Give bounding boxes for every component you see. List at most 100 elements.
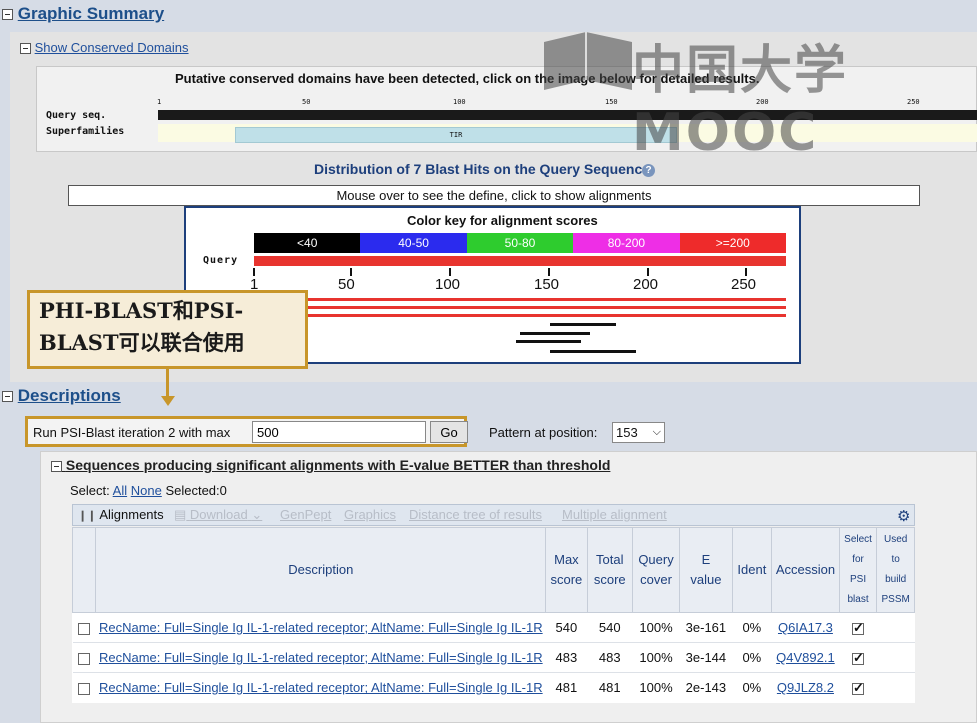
hit-bar[interactable] [550, 323, 616, 326]
header-text: Query [638, 552, 674, 567]
psi-select-checkbox[interactable] [852, 620, 865, 636]
sequences-header[interactable]: Sequences producing significant alignmen… [51, 457, 610, 473]
select-all-link[interactable]: All [113, 483, 127, 498]
distance-tree-link[interactable]: Distance tree of results [409, 507, 542, 522]
checkbox-column-header [71, 527, 97, 613]
alignments-tool[interactable]: ❙❙ Alignments [78, 507, 164, 522]
accession-link[interactable]: Q4V892.1 [776, 650, 835, 665]
query-seq-tick: 50 [302, 98, 311, 106]
accession-link[interactable]: Q9JLZ8.2 [777, 680, 834, 695]
distribution-title: Distribution of 7 Blast Hits on the Quer… [314, 161, 651, 177]
graphics-link[interactable]: Graphics [344, 507, 396, 522]
ident-column-header[interactable]: Ident [731, 527, 773, 613]
callout-arrow-head [161, 396, 175, 406]
accession-link[interactable]: Q6IA17.3 [778, 620, 833, 635]
header-text: Select [844, 534, 872, 545]
row-select-cell[interactable] [72, 642, 96, 673]
genpept-link[interactable]: GenPept [280, 507, 331, 522]
sequences-title[interactable]: Sequences producing significant alignmen… [66, 457, 611, 473]
query-seq-tick: 100 [453, 98, 466, 106]
used-pssm-column-header: Used to build PSSM [876, 527, 915, 613]
psi-select-cell[interactable] [839, 642, 877, 673]
help-icon[interactable]: ? [642, 164, 655, 177]
axis-tick [745, 268, 747, 276]
graphic-summary-header[interactable]: Graphic Summary [2, 4, 164, 24]
hit-bar[interactable] [254, 314, 786, 317]
descriptions-title[interactable]: Descriptions [18, 386, 121, 405]
select-none-link[interactable]: None [131, 483, 162, 498]
accession-cell[interactable]: Q6IA17.3 [771, 612, 840, 643]
accession-cell[interactable]: Q4V892.1 [771, 642, 840, 673]
ident-cell: 0% [732, 612, 772, 643]
psi-select-checkbox[interactable] [852, 650, 865, 666]
psi-select-cell[interactable] [839, 612, 877, 643]
header-text: PSI [849, 574, 867, 585]
table-row: RecName: Full=Single Ig IL-1-related rec… [72, 672, 915, 703]
table-header-row: Description Max score Total score Query cov… [71, 527, 915, 613]
accession-cell[interactable]: Q9JLZ8.2 [771, 672, 840, 703]
hit-bar[interactable] [254, 298, 786, 301]
hit-bar[interactable] [516, 340, 581, 343]
axis-tick [449, 268, 451, 276]
collapse-toggle-icon[interactable] [2, 391, 13, 403]
description-cell[interactable]: RecName: Full=Single Ig IL-1-related rec… [95, 612, 546, 643]
row-select-cell[interactable] [72, 612, 96, 643]
conserved-domains-toggle[interactable]: Show Conserved Domains [20, 40, 189, 55]
accession-column-header[interactable]: Accession [771, 527, 840, 613]
download-button[interactable]: ▤ Download ⌄ [174, 507, 262, 523]
query-cover-column-header[interactable]: Query cover [631, 527, 681, 613]
defline-display: Mouse over to see the define, click to s… [68, 185, 920, 206]
psi-max-input[interactable] [252, 421, 426, 443]
alignments-label[interactable]: Alignments [99, 507, 163, 522]
table-row: RecName: Full=Single Ig IL-1-related rec… [72, 612, 915, 643]
hit-bar[interactable] [520, 332, 590, 335]
total-score-column-header[interactable]: Total score [586, 527, 633, 613]
axis-label: 150 [534, 276, 560, 293]
description-link[interactable]: RecName: Full=Single Ig IL-1-related rec… [99, 650, 543, 665]
show-conserved-domains-link[interactable]: Show Conserved Domains [35, 40, 189, 55]
gear-icon[interactable]: ⚙ [897, 507, 910, 525]
collapse-toggle-icon[interactable] [2, 9, 13, 21]
max-score-cell: 540 [545, 612, 588, 643]
hit-bar[interactable] [254, 306, 786, 309]
collapse-toggle-icon[interactable] [51, 460, 62, 472]
header-text: to [891, 554, 900, 565]
max-score-cell: 483 [545, 642, 588, 673]
pattern-position-select[interactable]: 153 ⌵ [612, 422, 665, 443]
psi-select-cell[interactable] [839, 672, 877, 703]
hit-bar[interactable] [550, 350, 636, 353]
description-link[interactable]: RecName: Full=Single Ig IL-1-related rec… [99, 680, 543, 695]
psi-select-checkbox[interactable] [852, 680, 865, 696]
e-value-column-header[interactable]: Evalue [679, 527, 733, 613]
graphic-summary-title[interactable]: Graphic Summary [18, 4, 164, 23]
pssm-cell [876, 612, 915, 643]
header-text: value [690, 572, 722, 587]
axis-tick [350, 268, 352, 276]
row-checkbox[interactable] [78, 622, 91, 635]
tir-domain-bar[interactable]: TIR [235, 127, 677, 143]
color-key-cell: 80-200 [573, 233, 680, 253]
axis-label: 200 [633, 276, 659, 293]
row-checkbox[interactable] [78, 682, 91, 695]
drag-handle-icon[interactable]: ❙❙ [78, 510, 96, 522]
description-column-header[interactable]: Description [95, 527, 547, 613]
description-cell[interactable]: RecName: Full=Single Ig IL-1-related rec… [95, 642, 546, 673]
color-key-cell: <40 [254, 233, 361, 253]
chevron-down-icon: ⌄ [251, 507, 263, 522]
row-checkbox[interactable] [78, 652, 91, 665]
total-score-cell: 481 [587, 672, 633, 703]
collapse-toggle-icon[interactable] [20, 43, 31, 55]
max-score-column-header[interactable]: Max score [545, 527, 588, 613]
multiple-alignment-link[interactable]: Multiple alignment [562, 507, 667, 522]
description-link[interactable]: RecName: Full=Single Ig IL-1-related rec… [99, 620, 543, 635]
header-text: Max [554, 552, 579, 567]
go-button[interactable]: Go [430, 421, 468, 443]
description-cell[interactable]: RecName: Full=Single Ig IL-1-related rec… [95, 672, 546, 703]
header-text: Total [596, 552, 624, 567]
descriptions-header[interactable]: Descriptions [2, 386, 121, 406]
header-text: for [852, 554, 864, 565]
callout-line: BLAST可以联合使用 [39, 330, 245, 355]
axis-tick [253, 268, 255, 276]
header-text: PSSM [881, 594, 910, 605]
row-select-cell[interactable] [72, 672, 96, 703]
